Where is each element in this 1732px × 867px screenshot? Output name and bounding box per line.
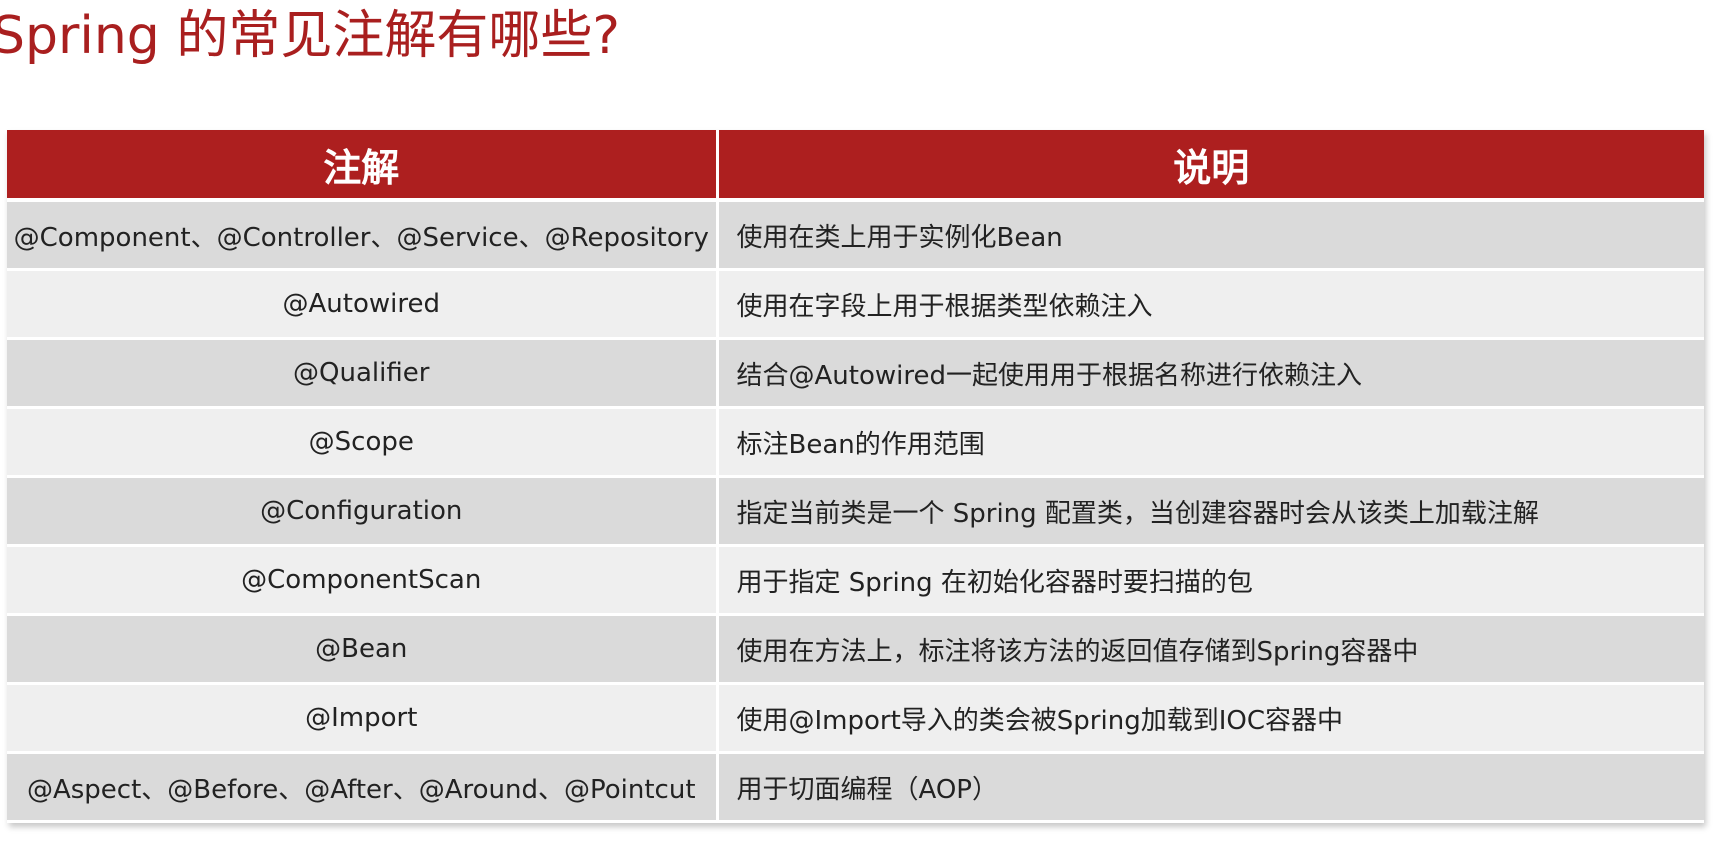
table-row: @Configuration 指定当前类是一个 Spring 配置类，当创建容器… (7, 476, 1704, 547)
annotation-text: @Scope (308, 427, 414, 458)
description-text: 结合@Autowired一起使用用于根据名称进行依赖注入 (736, 360, 1362, 391)
table-row: @Aspect、@Before、@After、@Around、@Pointcut… (7, 752, 1704, 823)
annotation-cell: @ComponentScan (7, 545, 719, 616)
annotation-cell: @Import (7, 683, 719, 754)
description-cell: 用于指定 Spring 在初始化容器时要扫描的包 (717, 545, 1704, 616)
annotation-cell: @Qualifier (7, 338, 719, 409)
annotation-cell: @Aspect、@Before、@After、@Around、@Pointcut (7, 752, 719, 823)
annotation-cell: @Bean (7, 614, 719, 685)
annotation-cell: @Scope (7, 407, 719, 478)
header-annotation: 注解 (7, 130, 719, 202)
description-text: 使用在方法上，标注将该方法的返回值存储到Spring容器中 (736, 636, 1419, 667)
annotation-text: @Component、@Controller、@Service、@Reposit… (13, 222, 709, 253)
annotation-text: @Bean (315, 634, 408, 665)
annotation-text: @Aspect、@Before、@After、@Around、@Pointcut (26, 774, 696, 805)
table-row: @Bean 使用在方法上，标注将该方法的返回值存储到Spring容器中 (7, 614, 1704, 685)
annotation-cell: @Autowired (7, 269, 719, 340)
description-text: 使用@Import导入的类会被Spring加载到IOC容器中 (736, 705, 1343, 736)
annotation-table-container: 注解 说明 @Component、@Controller、@Service、@R… (7, 130, 1704, 823)
description-cell: 使用在方法上，标注将该方法的返回值存储到Spring容器中 (717, 614, 1704, 685)
annotation-cell: @Configuration (7, 476, 719, 547)
description-text: 用于指定 Spring 在初始化容器时要扫描的包 (736, 567, 1253, 598)
page-title: Spring 的常见注解有哪些? (0, 6, 620, 66)
description-text: 使用在类上用于实例化Bean (736, 222, 1063, 253)
table-row: @Import 使用@Import导入的类会被Spring加载到IOC容器中 (7, 683, 1704, 754)
header-description: 说明 (717, 130, 1704, 202)
description-cell: 使用在字段上用于根据类型依赖注入 (717, 269, 1704, 340)
annotation-text: @Configuration (260, 496, 463, 527)
table-row: @Scope 标注Bean的作用范围 (7, 407, 1704, 478)
table-row: @Qualifier 结合@Autowired一起使用用于根据名称进行依赖注入 (7, 338, 1704, 409)
description-cell: 结合@Autowired一起使用用于根据名称进行依赖注入 (717, 338, 1704, 409)
description-cell: 使用在类上用于实例化Bean (717, 200, 1704, 271)
table-header-row: 注解 说明 (7, 130, 1704, 202)
annotation-text: @Import (305, 703, 418, 734)
table-row: @ComponentScan 用于指定 Spring 在初始化容器时要扫描的包 (7, 545, 1704, 616)
description-text: 用于切面编程（AOP） (736, 774, 998, 805)
annotation-cell: @Component、@Controller、@Service、@Reposit… (7, 200, 719, 271)
annotation-text: @Autowired (282, 289, 440, 320)
description-cell: 用于切面编程（AOP） (717, 752, 1704, 823)
annotation-text: @ComponentScan (241, 565, 482, 596)
description-cell: 标注Bean的作用范围 (717, 407, 1704, 478)
description-cell: 指定当前类是一个 Spring 配置类，当创建容器时会从该类上加载注解 (717, 476, 1704, 547)
description-text: 使用在字段上用于根据类型依赖注入 (736, 291, 1153, 322)
description-text: 标注Bean的作用范围 (736, 429, 985, 460)
description-cell: 使用@Import导入的类会被Spring加载到IOC容器中 (717, 683, 1704, 754)
table-row: @Component、@Controller、@Service、@Reposit… (7, 200, 1704, 271)
annotation-text: @Qualifier (293, 358, 430, 389)
annotation-table: 注解 说明 @Component、@Controller、@Service、@R… (7, 130, 1704, 823)
table-row: @Autowired 使用在字段上用于根据类型依赖注入 (7, 269, 1704, 340)
description-text: 指定当前类是一个 Spring 配置类，当创建容器时会从该类上加载注解 (736, 498, 1539, 529)
